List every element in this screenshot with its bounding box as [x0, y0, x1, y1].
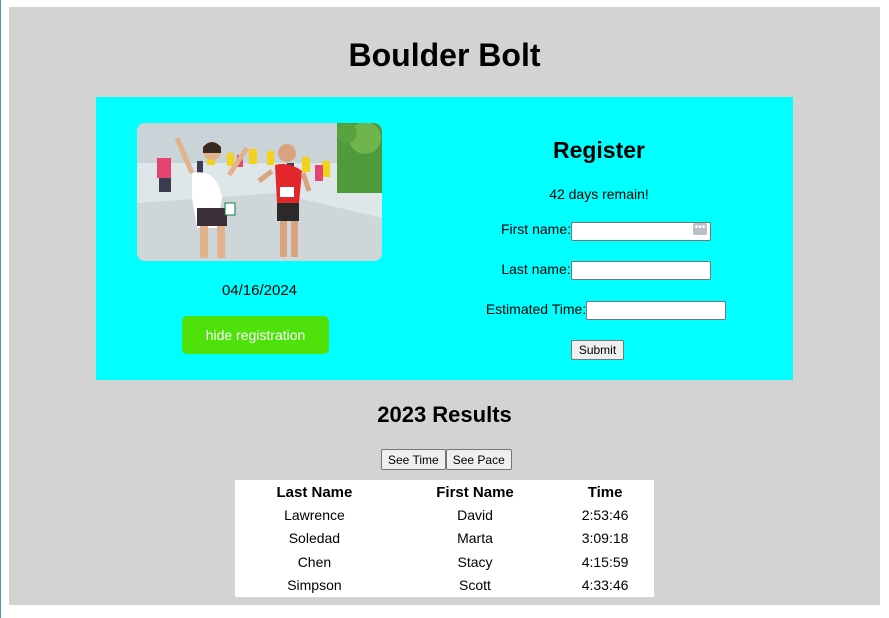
- hide-registration-button[interactable]: hide registration: [182, 316, 329, 354]
- window-edge: [0, 0, 1, 618]
- register-heading: Register: [552, 137, 646, 163]
- table-row: Chen Stacy 4:15:59: [235, 550, 654, 574]
- race-date: 04/16/2024: [221, 282, 298, 299]
- table-row: Simpson Scott 4:33:46: [235, 574, 654, 598]
- first-name-input[interactable]: [571, 221, 711, 241]
- estimated-time-row: Estimated Time:: [456, 299, 756, 321]
- site-title: Boulder Bolt: [348, 37, 541, 73]
- results-table: Last Name First Name Time Lawrence David…: [235, 480, 654, 597]
- estimated-time-label: Estimated Time:: [485, 301, 587, 317]
- cell-first-name: Marta: [457, 530, 493, 547]
- cell-last-name: Soledad: [288, 530, 341, 547]
- first-name-field-wrap: •••: [571, 220, 711, 241]
- results-heading: 2023 Results: [377, 402, 512, 427]
- cell-time: 4:15:59: [581, 553, 629, 570]
- first-name-row: First name: •••: [456, 219, 756, 241]
- page-container: Boulder Bolt 04/16/2024 hide registratio…: [9, 7, 880, 605]
- cell-time: 3:09:18: [581, 530, 629, 547]
- see-time-button[interactable]: See Time: [381, 449, 446, 470]
- estimated-time-input[interactable]: [586, 300, 727, 320]
- first-name-label: First name:: [500, 221, 571, 237]
- cell-last-name: Simpson: [287, 577, 342, 594]
- column-header-first-name: First Name: [436, 483, 514, 501]
- registration-panel: 04/16/2024 hide registration Register 42…: [96, 97, 793, 380]
- table-row: Lawrence David 2:53:46: [235, 503, 654, 527]
- autofill-icon[interactable]: •••: [693, 222, 707, 235]
- last-name-input[interactable]: [570, 260, 711, 280]
- last-name-row: Last name:: [456, 259, 756, 281]
- table-row: Soledad Marta 3:09:18: [235, 527, 654, 551]
- cell-last-name: Lawrence: [284, 506, 345, 523]
- cell-time: 2:53:46: [581, 506, 629, 523]
- see-pace-button[interactable]: See Pace: [445, 449, 512, 470]
- cell-time: 4:33:46: [581, 577, 629, 594]
- results-toggle-group: See Time See Pace: [381, 449, 512, 470]
- cell-first-name: David: [457, 506, 493, 523]
- table-header-row: Last Name First Name Time: [235, 480, 654, 503]
- marathon-photo: [137, 123, 382, 261]
- last-name-label: Last name:: [501, 261, 571, 277]
- cell-first-name: Stacy: [457, 553, 493, 570]
- days-remaining: 42 days remain!: [549, 186, 649, 202]
- cell-first-name: Scott: [459, 577, 491, 594]
- cell-last-name: Chen: [297, 553, 332, 570]
- submit-button[interactable]: Submit: [571, 340, 624, 360]
- column-header-time: Time: [587, 483, 623, 501]
- column-header-last-name: Last Name: [276, 483, 353, 501]
